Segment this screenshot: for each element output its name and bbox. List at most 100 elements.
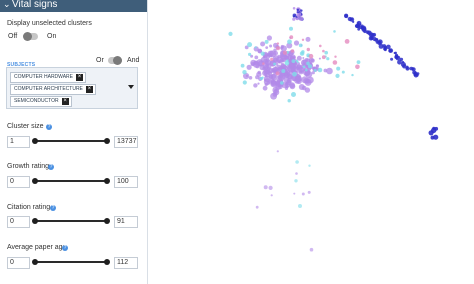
cluster-dot[interactable] [388, 48, 394, 53]
cluster-dot[interactable] [294, 179, 298, 183]
cluster-dot[interactable] [383, 45, 387, 50]
cluster-dot[interactable] [275, 84, 281, 90]
cluster-dot[interactable] [344, 13, 349, 18]
cluster-dot[interactable] [289, 35, 294, 40]
cluster-dot[interactable] [368, 35, 374, 41]
growth-rating-min-handle[interactable] [32, 178, 38, 184]
cluster-dot[interactable] [333, 30, 336, 33]
cluster-dot[interactable] [292, 15, 296, 18]
cluster-dot[interactable] [284, 82, 290, 88]
cluster-dot[interactable] [350, 17, 353, 21]
cluster-dot[interactable] [321, 55, 326, 60]
cluster-dot[interactable] [269, 74, 274, 79]
cluster-dot[interactable] [309, 247, 314, 252]
chevron-down-icon[interactable]: ⌄ [3, 0, 11, 9]
question-circle-icon[interactable]: ? [48, 164, 54, 170]
cluster-points[interactable] [228, 7, 439, 252]
cluster-dot[interactable] [284, 60, 290, 66]
cluster-size-max-input[interactable]: 13737 [114, 136, 138, 148]
cluster-dot[interactable] [318, 57, 321, 60]
cluster-dot[interactable] [256, 71, 262, 77]
cluster-dot[interactable] [275, 46, 281, 51]
cluster-dot[interactable] [406, 65, 409, 68]
cluster-dot[interactable] [289, 26, 293, 31]
cluster-dot[interactable] [301, 192, 305, 196]
cluster-dot[interactable] [248, 52, 252, 57]
cluster-dot[interactable] [292, 7, 296, 10]
cluster-dot[interactable] [263, 185, 268, 190]
cluster-dot[interactable] [291, 92, 296, 97]
cluster-dot[interactable] [308, 164, 311, 167]
cluster-dot[interactable] [297, 12, 302, 16]
cluster-dot[interactable] [394, 54, 399, 60]
growth-rating-slider-track[interactable] [34, 180, 107, 182]
cluster-dot[interactable] [266, 35, 272, 41]
cluster-dot[interactable] [242, 70, 247, 75]
cluster-map[interactable] [148, 0, 474, 284]
cluster-dot[interactable] [293, 192, 296, 195]
cluster-dot[interactable] [242, 80, 247, 85]
cluster-dot[interactable] [301, 85, 307, 91]
cluster-dot[interactable] [262, 62, 265, 65]
cluster-dot[interactable] [273, 51, 278, 56]
cluster-dot[interactable] [254, 46, 257, 49]
cluster-dot[interactable] [282, 50, 288, 55]
cluster-dot[interactable] [323, 68, 328, 73]
cluster-dot[interactable] [295, 59, 298, 62]
cluster-dot[interactable] [287, 68, 290, 71]
close-icon[interactable]: × [61, 98, 69, 105]
cluster-dot[interactable] [262, 85, 268, 91]
cluster-dot[interactable] [276, 42, 280, 45]
cluster-dot[interactable] [275, 71, 280, 76]
cluster-dot[interactable] [305, 68, 308, 72]
paper-age-min-input[interactable]: 0 [7, 257, 30, 269]
cluster-dot[interactable] [336, 66, 341, 71]
cluster-dot[interactable] [287, 39, 292, 45]
cluster-size-slider-track[interactable] [34, 140, 107, 142]
cluster-dot[interactable] [401, 60, 405, 64]
cluster-dot[interactable] [280, 58, 283, 62]
cluster-dot[interactable] [302, 65, 306, 68]
cluster-dot[interactable] [324, 50, 328, 55]
cluster-dot[interactable] [335, 73, 340, 78]
cluster-dot[interactable] [254, 55, 259, 60]
subjects-select[interactable]: COMPUTER HARDWARE × COMPUTER ARCHITECTUR… [6, 67, 138, 109]
cluster-dot[interactable] [295, 160, 299, 164]
cluster-dot[interactable] [301, 38, 305, 41]
cluster-dot[interactable] [287, 99, 291, 103]
cluster-dot[interactable] [294, 76, 302, 83]
cluster-dot[interactable] [278, 60, 281, 64]
cluster-dot[interactable] [341, 70, 345, 74]
cluster-dot[interactable] [252, 61, 260, 68]
cluster-dot[interactable] [301, 50, 305, 54]
cluster-dot[interactable] [356, 60, 361, 64]
cluster-dot[interactable] [277, 66, 281, 70]
cluster-dot[interactable] [264, 54, 267, 57]
cluster-dot[interactable] [260, 51, 265, 56]
close-icon[interactable]: × [75, 74, 83, 81]
cluster-dot[interactable] [356, 20, 362, 26]
citation-rating-max-handle[interactable] [104, 218, 110, 224]
cluster-dot[interactable] [264, 69, 268, 73]
cluster-dot[interactable] [344, 39, 350, 44]
cluster-dot[interactable] [260, 41, 266, 47]
paper-age-max-input[interactable]: 112 [114, 257, 138, 269]
cluster-dot[interactable] [264, 82, 268, 87]
cluster-dot[interactable] [374, 38, 379, 42]
panel-header[interactable]: ⌄ Vital signs [0, 0, 147, 12]
growth-rating-min-input[interactable]: 0 [7, 176, 30, 188]
question-circle-icon[interactable]: ? [62, 245, 68, 251]
cluster-dot[interactable] [281, 69, 286, 73]
cluster-dot[interactable] [306, 47, 310, 52]
cluster-dot[interactable] [305, 36, 311, 42]
cluster-dot[interactable] [296, 8, 299, 11]
cluster-dot[interactable] [351, 73, 354, 77]
citation-rating-min-handle[interactable] [32, 218, 38, 224]
citation-rating-min-input[interactable]: 0 [7, 216, 30, 228]
cluster-dot[interactable] [246, 64, 252, 70]
cluster-dot[interactable] [390, 57, 394, 61]
caret-down-icon[interactable] [128, 85, 134, 89]
cluster-dot[interactable] [276, 150, 279, 153]
cluster-dot[interactable] [306, 61, 310, 66]
citation-rating-max-input[interactable]: 91 [114, 216, 138, 228]
